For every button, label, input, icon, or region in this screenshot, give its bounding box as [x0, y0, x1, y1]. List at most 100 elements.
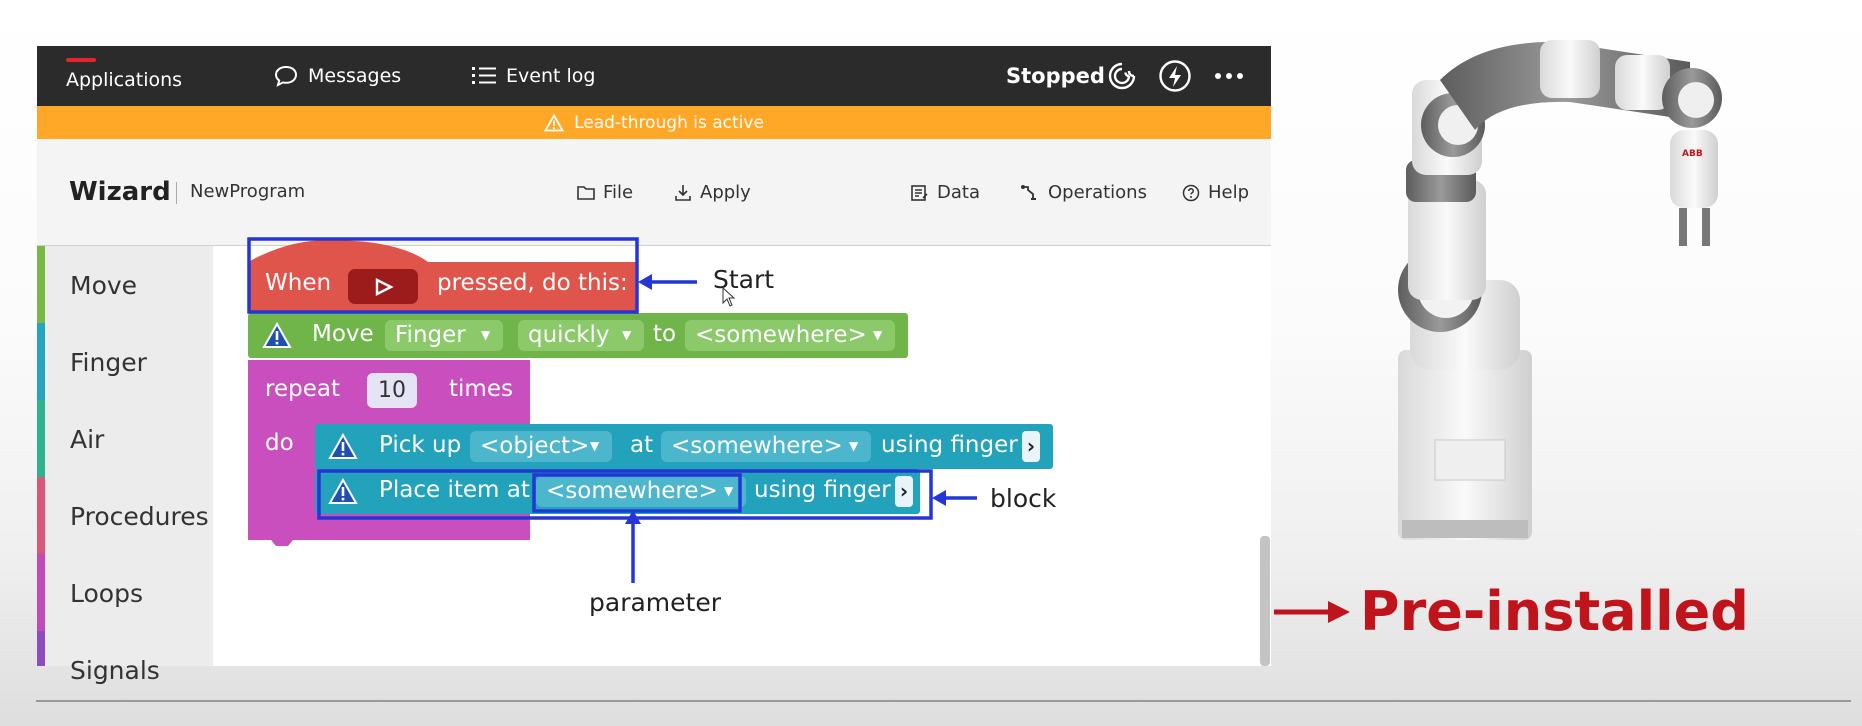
category-air[interactable]: Air — [37, 400, 213, 477]
repeat-count-field[interactable]: 10 — [367, 373, 417, 408]
preinstalled-label: Pre-installed — [1360, 580, 1749, 643]
place-target-dropdown[interactable]: <somewhere> ▼ — [536, 476, 746, 507]
warning-icon[interactable] — [328, 433, 358, 461]
category-move[interactable]: Move — [37, 246, 213, 323]
operations-label: Operations — [1048, 182, 1147, 203]
pick-using-label: using finger — [881, 432, 1018, 458]
move-label: Move — [312, 321, 374, 347]
category-color — [37, 246, 45, 323]
help-icon — [1182, 184, 1200, 201]
warning-icon[interactable] — [328, 478, 358, 506]
category-procedures[interactable]: Procedures — [37, 477, 213, 554]
repeat-do-label: do — [265, 430, 294, 456]
bottom-divider — [36, 700, 1851, 702]
preinstalled-arrow — [1274, 601, 1350, 623]
controller-status: Stopped — [1006, 64, 1105, 88]
part-dropdown[interactable]: Finger ▼ — [385, 320, 503, 351]
start-annotation: Start — [713, 265, 775, 294]
chevron-down-icon: ▼ — [873, 328, 883, 342]
warning-icon — [544, 113, 565, 131]
chevron-right-icon: › — [899, 479, 909, 503]
program-name[interactable]: NewProgram — [190, 181, 305, 202]
chevron-down-icon: ▼ — [849, 439, 859, 453]
chevron-down-icon: ▼ — [481, 328, 491, 342]
title-divider — [176, 182, 177, 204]
category-label: Signals — [70, 656, 160, 685]
category-label: Procedures — [70, 502, 209, 531]
warning-icon[interactable] — [262, 322, 292, 350]
category-loops[interactable]: Loops — [37, 554, 213, 631]
start-block[interactable]: When pressed, do this: — [248, 240, 637, 312]
spiral-icon[interactable] — [1105, 59, 1139, 93]
help-label: Help — [1208, 182, 1250, 203]
block-categories: Move Finger Air Procedures Loops Signals — [37, 246, 213, 685]
start-when-label: When — [265, 270, 332, 296]
play-button[interactable] — [348, 269, 418, 304]
part-value: Finger — [395, 322, 466, 348]
workspace-scrollbar[interactable] — [1260, 536, 1270, 666]
page-title: Wizard — [69, 177, 171, 207]
more-icon[interactable] — [1212, 59, 1246, 93]
pick-target-value: <somewhere> — [671, 433, 843, 459]
repeat-label: repeat — [265, 376, 340, 402]
nav-applications[interactable]: Applications — [66, 50, 182, 110]
repeat-times-label: times — [449, 376, 513, 402]
top-bar: Applications Messages Event log Stopped — [37, 46, 1271, 106]
banner-text: Lead-through is active — [574, 112, 764, 133]
place-target-value: <somewhere> — [546, 478, 718, 504]
help-button[interactable]: Help — [1182, 182, 1249, 203]
nav-messages[interactable]: Messages — [273, 46, 401, 106]
folder-icon — [577, 186, 595, 200]
file-button[interactable]: File — [577, 182, 633, 203]
object-dropdown[interactable]: <object> ▼ — [470, 431, 612, 462]
place-item-block[interactable]: Place item at <somewhere> ▼ using finger… — [315, 469, 920, 514]
finger-expand-toggle[interactable]: › — [895, 476, 913, 507]
place-using-label: using finger — [754, 477, 891, 503]
pick-target-dropdown[interactable]: <somewhere> ▼ — [661, 431, 871, 462]
block-annotation: block — [990, 484, 1057, 513]
apply-button[interactable]: Apply — [674, 182, 751, 203]
pick-up-label: Pick up — [379, 432, 462, 458]
robot-arm-icon — [1021, 184, 1036, 200]
start-suffix-label: pressed, do this: — [437, 270, 628, 296]
data-button[interactable]: Data — [911, 182, 980, 203]
chevron-down-icon: ▼ — [724, 484, 734, 498]
apply-label: Apply — [700, 182, 751, 203]
category-signals[interactable]: Signals — [37, 631, 213, 685]
category-color — [37, 400, 45, 477]
nav-event-log-label: Event log — [506, 65, 596, 87]
lightning-icon[interactable] — [1158, 59, 1192, 93]
category-label: Finger — [70, 348, 147, 377]
nav-messages-label: Messages — [308, 65, 402, 87]
operations-button[interactable]: Operations — [1020, 182, 1147, 203]
category-color — [37, 631, 45, 666]
chevron-down-icon: ▼ — [622, 328, 632, 342]
lead-through-banner: Lead-through is active — [37, 106, 1271, 139]
target-dropdown[interactable]: <somewhere> ▼ — [685, 320, 895, 351]
nav-event-log[interactable]: Event log — [471, 46, 595, 106]
category-color — [37, 477, 45, 554]
chevron-down-icon: ▼ — [590, 439, 600, 453]
category-label: Loops — [70, 579, 143, 608]
category-label: Move — [70, 271, 138, 300]
data-label: Data — [937, 182, 980, 203]
wizard-toolbar: Wizard NewProgram File Apply Data Operat… — [37, 139, 1271, 246]
download-icon — [675, 184, 691, 201]
parameter-annotation: parameter — [589, 588, 721, 617]
file-label: File — [603, 182, 634, 203]
move-to-label: to — [653, 321, 677, 347]
category-label: Air — [70, 425, 105, 454]
object-value: <object> — [480, 433, 590, 459]
data-icon — [911, 184, 928, 201]
chat-icon — [274, 65, 298, 87]
speed-dropdown[interactable]: quickly ▼ — [518, 320, 644, 351]
pick-up-block[interactable]: Pick up <object> ▼ at <somewhere> ▼ usin… — [315, 424, 1053, 469]
category-finger[interactable]: Finger — [37, 323, 213, 400]
robot-arm-image: ABB — [1398, 40, 1722, 540]
target-value: <somewhere> — [695, 322, 867, 348]
category-color — [37, 323, 45, 400]
finger-expand-toggle[interactable]: › — [1022, 431, 1040, 462]
speed-value: quickly — [528, 322, 610, 348]
move-block[interactable]: Move Finger ▼ quickly ▼ to <somewhere> ▼ — [248, 313, 908, 358]
chevron-right-icon: › — [1026, 434, 1036, 458]
